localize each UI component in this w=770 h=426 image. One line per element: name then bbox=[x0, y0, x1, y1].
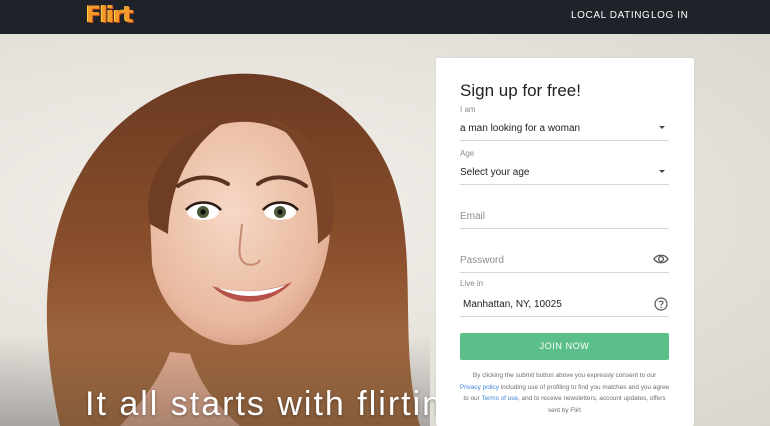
help-question-icon[interactable] bbox=[654, 297, 668, 311]
top-bar: Flirt LOCAL DATING LOG IN bbox=[0, 0, 770, 34]
email-placeholder: Email bbox=[460, 211, 486, 222]
location-value: Manhattan, NY, 10025 bbox=[463, 299, 562, 310]
i-am-select[interactable]: a man looking for a woman bbox=[460, 119, 669, 141]
terms-of-use-link[interactable]: Terms of use bbox=[481, 395, 518, 402]
age-value: Select your age bbox=[460, 167, 530, 178]
nav-log-in[interactable]: LOG IN bbox=[651, 10, 689, 21]
location-field[interactable]: Manhattan, NY, 10025 bbox=[460, 294, 669, 317]
hero-tagline: It all starts with flirting! bbox=[85, 385, 476, 423]
legal-text-3: , and to receive newsletters, account up… bbox=[517, 395, 666, 414]
live-in-label: Live in bbox=[460, 279, 484, 288]
legal-consent-text: By clicking the submit button above you … bbox=[458, 370, 671, 416]
age-label: Age bbox=[460, 149, 475, 158]
flirt-logo[interactable]: Flirt bbox=[86, 3, 133, 29]
email-field[interactable]: Email bbox=[460, 207, 669, 229]
privacy-policy-link[interactable]: Privacy policy bbox=[460, 384, 499, 391]
i-am-value: a man looking for a woman bbox=[460, 123, 581, 134]
password-placeholder: Password bbox=[460, 255, 504, 266]
legal-text-1: By clicking the submit button above you … bbox=[472, 372, 657, 379]
i-am-label: I am bbox=[460, 105, 476, 114]
dropdown-caret-icon bbox=[659, 126, 665, 129]
signup-card: Sign up for free! I am a man looking for… bbox=[436, 58, 694, 426]
signup-title: Sign up for free! bbox=[460, 81, 581, 100]
dropdown-caret-icon bbox=[659, 170, 665, 173]
join-now-button[interactable]: JOIN NOW bbox=[460, 333, 669, 360]
show-password-eye-icon[interactable] bbox=[653, 252, 669, 266]
password-field[interactable]: Password bbox=[460, 251, 669, 273]
age-select[interactable]: Select your age bbox=[460, 163, 669, 185]
nav-local-dating[interactable]: LOCAL DATING bbox=[571, 10, 650, 21]
